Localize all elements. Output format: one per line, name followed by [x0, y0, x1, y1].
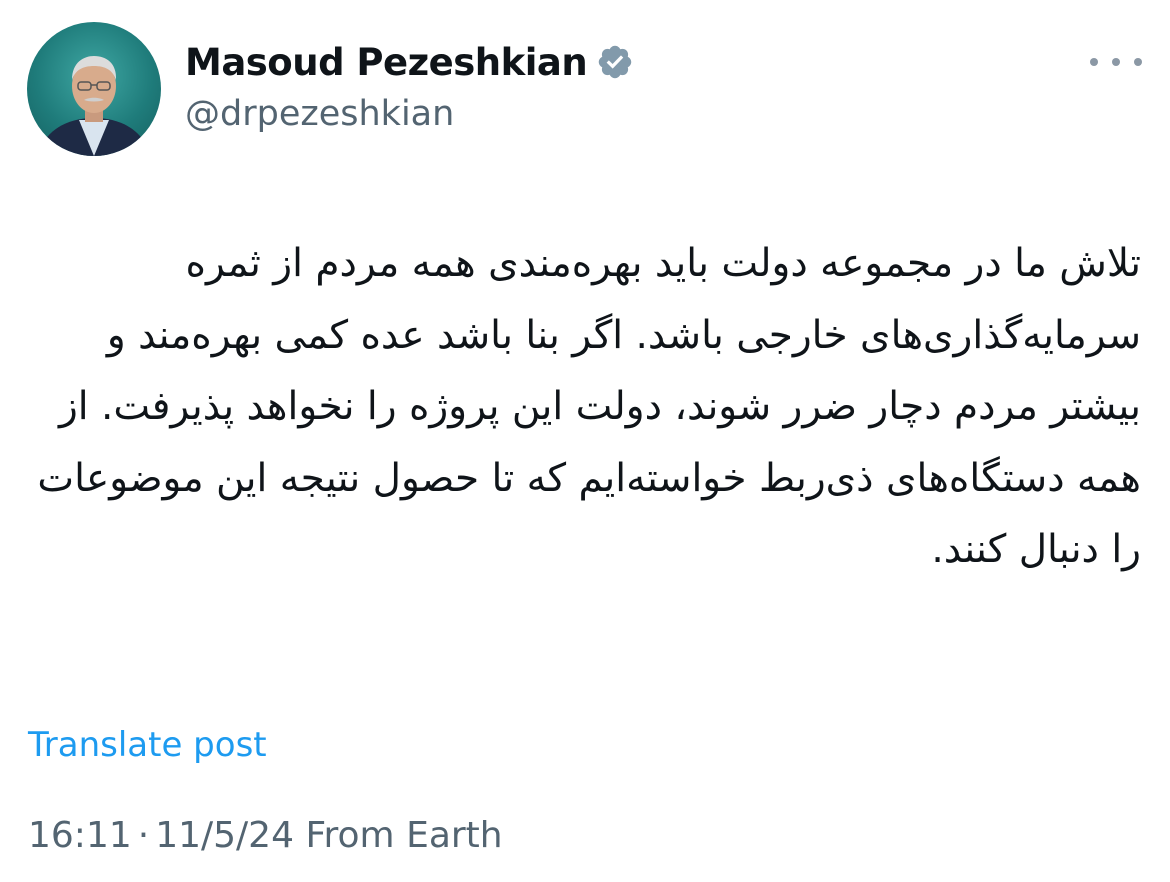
user-avatar[interactable]: [27, 22, 161, 156]
meta-separator: ·: [137, 815, 150, 856]
person-portrait-icon: [37, 56, 151, 156]
post-date[interactable]: 11/5/24: [155, 815, 294, 856]
more-options-button[interactable]: [1090, 50, 1142, 74]
author-handle[interactable]: @drpezeshkian: [185, 94, 454, 134]
more-dot-icon: [1112, 58, 1120, 66]
verified-badge-icon[interactable]: [596, 43, 634, 81]
post-metadata: 16:11 · 11/5/24 From Earth: [28, 815, 503, 856]
more-dot-icon: [1134, 58, 1142, 66]
post-body-text: تلاش ما در مجموعه دولت باید بهره‌مندی هم…: [37, 241, 1141, 572]
post-time[interactable]: 16:11: [28, 815, 132, 856]
more-dot-icon: [1090, 58, 1098, 66]
translate-post-link[interactable]: Translate post: [28, 725, 267, 765]
post-source: From Earth: [305, 815, 503, 856]
author-display-name[interactable]: Masoud Pezeshkian: [185, 41, 588, 84]
author-name-row: Masoud Pezeshkian: [185, 38, 634, 86]
